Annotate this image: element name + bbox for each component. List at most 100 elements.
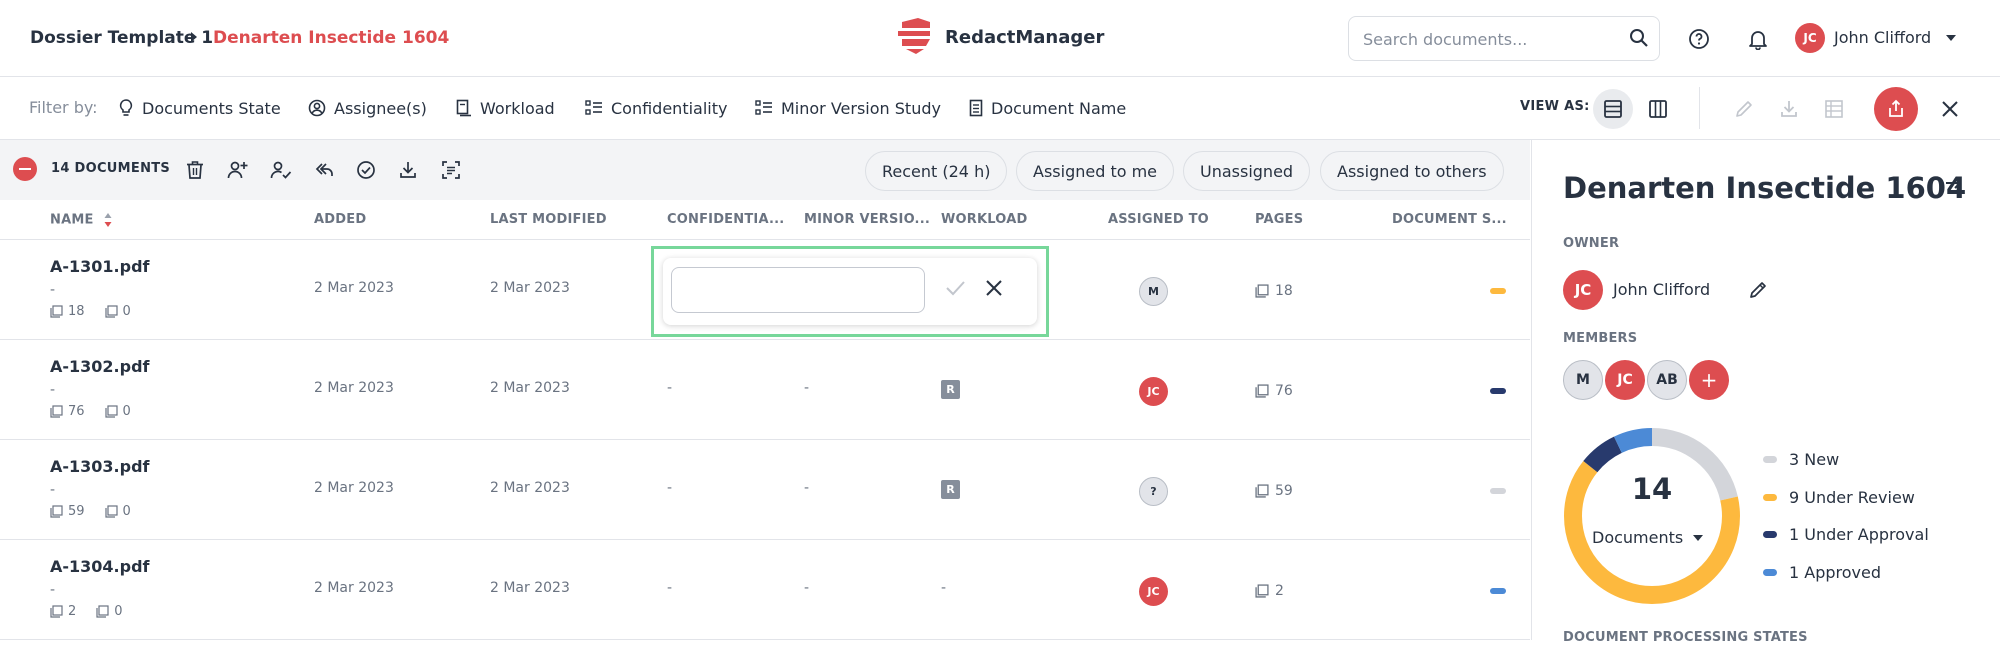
assignee-avatar[interactable]: ? [1139, 477, 1168, 506]
arrow-right-icon[interactable] [1944, 175, 1964, 195]
undo-icon[interactable] [312, 158, 336, 182]
column-label: NAME [50, 212, 94, 228]
approve-icon[interactable] [354, 158, 378, 182]
column-header-assigned-to[interactable]: ASSIGNED TO [1108, 212, 1209, 227]
column-header-name[interactable]: NAME [50, 212, 112, 228]
table-row[interactable]: A-1303.pdf - 59 0 2 Mar 2023 2 Mar 2023 … [0, 440, 1530, 540]
modified-date: 2 Mar 2023 [490, 580, 570, 596]
file-pages-count: 76 [68, 404, 85, 419]
breadcrumb-dossier[interactable]: Denarten Insectide 1604 [213, 28, 449, 48]
workload-badge: R [941, 380, 960, 399]
assignee-avatar[interactable]: JC [1139, 577, 1168, 606]
pages-cell: 76 [1255, 383, 1293, 399]
inline-edit-input[interactable] [671, 267, 925, 313]
table-header: NAME ADDED LAST MODIFIED CONFIDENTIA... … [0, 200, 1530, 240]
legend-label: 1 Under Approval [1789, 525, 1929, 544]
list-check-icon [585, 100, 602, 115]
member-avatar[interactable]: AB [1647, 360, 1687, 400]
legend-item-approved: 1 Approved [1763, 563, 1881, 582]
chevron-down-icon [1946, 35, 1956, 41]
added-date: 2 Mar 2023 [314, 580, 394, 596]
file-name[interactable]: A-1303.pdf [50, 457, 150, 476]
delete-icon[interactable] [183, 158, 207, 182]
file-name[interactable]: A-1302.pdf [50, 357, 150, 376]
help-icon[interactable] [1684, 24, 1714, 54]
filter-label-minor-version-study: Minor Version Study [781, 98, 941, 118]
annotations-icon [96, 605, 109, 618]
legend-swatch [1763, 494, 1777, 501]
document-icon [969, 99, 983, 117]
member-avatar[interactable]: M [1563, 360, 1603, 400]
quick-filter-assigned-to-others[interactable]: Assigned to others [1320, 151, 1504, 191]
workload-value: - [941, 580, 947, 596]
pages-icon [50, 305, 63, 318]
close-button[interactable] [1930, 89, 1970, 129]
assign-user-icon[interactable] [226, 158, 250, 182]
column-header-last-modified[interactable]: LAST MODIFIED [490, 212, 607, 227]
add-member-button[interactable]: + [1689, 360, 1729, 400]
assignee-avatar[interactable]: M [1139, 277, 1168, 306]
search-box[interactable] [1348, 16, 1660, 61]
table-row[interactable]: A-1302.pdf - 76 0 2 Mar 2023 2 Mar 2023 … [0, 340, 1530, 440]
column-header-added[interactable]: ADDED [314, 212, 366, 227]
file-pages-count: 18 [68, 304, 85, 319]
bell-icon[interactable] [1743, 24, 1773, 54]
list-view-button[interactable] [1593, 89, 1633, 129]
column-header-document-state[interactable]: DOCUMENT S... [1392, 212, 1507, 227]
filter-label-document-name: Document Name [991, 98, 1127, 118]
top-bar: Dossier Template 1 Denarten Insectide 16… [0, 0, 2000, 77]
quick-filter-unassigned[interactable]: Unassigned [1183, 151, 1311, 191]
file-meta: 18 0 [50, 304, 131, 319]
confidentiality-value: - [667, 380, 673, 396]
download-button[interactable] [1769, 89, 1809, 129]
owner-avatar: JC [1563, 270, 1603, 310]
donut-documents-dropdown[interactable]: Documents [1592, 528, 1704, 547]
modified-date: 2 Mar 2023 [490, 280, 570, 296]
column-header-minor-version[interactable]: MINOR VERSIO... [804, 212, 930, 227]
assignee-avatar[interactable]: JC [1139, 377, 1168, 406]
filter-label-assignees: Assignee(s) [334, 98, 427, 118]
document-state-indicator [1490, 488, 1506, 494]
close-icon[interactable] [984, 278, 1004, 302]
filter-document-name[interactable]: Document Name [969, 94, 1126, 122]
pages-icon [50, 405, 63, 418]
pages-icon [50, 505, 63, 518]
filter-assignees[interactable]: Assignee(s) [308, 94, 427, 122]
list-check-icon [755, 100, 772, 115]
filter-workload[interactable]: Workload [456, 94, 555, 122]
edit-dossier-button[interactable] [1724, 89, 1764, 129]
inline-edit-popover [663, 258, 1037, 325]
deselect-all-button[interactable] [13, 157, 37, 181]
breadcrumb-template[interactable]: Dossier Template 1 [30, 28, 213, 48]
divider [1699, 87, 1700, 129]
board-view-button[interactable] [1638, 89, 1678, 129]
column-header-pages[interactable]: PAGES [1255, 212, 1303, 227]
assign-to-me-icon[interactable] [269, 158, 293, 182]
file-name[interactable]: A-1301.pdf [50, 257, 150, 276]
owner-name: John Clifford [1613, 280, 1711, 299]
search-input[interactable] [1363, 28, 1623, 50]
table-icon [1825, 100, 1843, 118]
quick-filter-assigned-to-me[interactable]: Assigned to me [1016, 151, 1175, 191]
member-avatar[interactable]: JC [1605, 360, 1645, 400]
ocr-scan-icon[interactable] [439, 158, 463, 182]
filter-confidentiality[interactable]: Confidentiality [585, 94, 727, 122]
file-subtitle: - [50, 482, 56, 498]
file-name[interactable]: A-1304.pdf [50, 557, 150, 576]
report-button[interactable] [1814, 89, 1854, 129]
search-icon[interactable] [1629, 28, 1649, 52]
filter-documents-state[interactable]: Documents State [118, 94, 281, 122]
pencil-icon[interactable] [1748, 280, 1768, 304]
file-pages-count: 2 [68, 604, 77, 619]
legend-label: 9 Under Review [1789, 488, 1915, 507]
column-header-confidentiality[interactable]: CONFIDENTIA... [667, 212, 784, 227]
table-row[interactable]: A-1304.pdf - 2 0 2 Mar 2023 2 Mar 2023 -… [0, 540, 1530, 640]
check-icon[interactable] [944, 279, 966, 301]
filter-minor-version-study[interactable]: Minor Version Study [755, 94, 941, 122]
pages-cell: 18 [1255, 283, 1293, 299]
added-date: 2 Mar 2023 [314, 380, 394, 396]
column-header-workload[interactable]: WORKLOAD [941, 212, 1027, 227]
quick-filter-recent[interactable]: Recent (24 h) [865, 151, 1008, 191]
export-button[interactable] [1874, 87, 1918, 131]
download-icon[interactable] [396, 158, 420, 182]
